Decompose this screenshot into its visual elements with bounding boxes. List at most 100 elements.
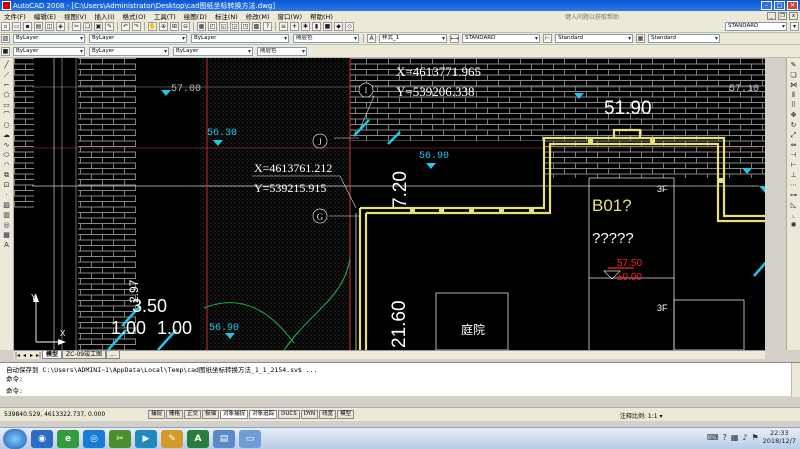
cursor-coordinates[interactable]: 539840.529, 4613322.737, 0.000 <box>0 411 148 418</box>
break-at-point-icon[interactable]: ⊥ <box>789 171 799 179</box>
table-style-icon[interactable]: ▦ <box>636 34 645 43</box>
paste-icon[interactable]: ▣ <box>94 22 103 31</box>
tab-layout-1[interactable]: ZC-09竣工图 <box>62 351 107 359</box>
volume-icon[interactable]: ♪ <box>742 433 747 442</box>
chamfer-icon[interactable]: ◺ <box>789 201 799 209</box>
explode-icon[interactable]: ✺ <box>789 221 799 229</box>
menu-edit[interactable]: 编辑(E) <box>30 11 60 21</box>
taskbar-app-explorer-icon[interactable]: ◉ <box>31 429 53 448</box>
design-center-icon[interactable]: ◰ <box>208 22 217 31</box>
layer-linetype-combo[interactable]: ByLayer <box>89 46 169 56</box>
spline-icon[interactable]: ∿ <box>2 141 12 149</box>
taskbar-app-folder-icon[interactable]: ▭ <box>239 429 261 448</box>
join-icon[interactable]: ⊶ <box>789 191 799 199</box>
help-icon[interactable]: ? <box>263 22 272 31</box>
layer-previous-icon[interactable]: ◇ <box>345 22 354 31</box>
lineweight-button[interactable]: 线宽 <box>319 410 337 419</box>
model-button[interactable]: 模型 <box>337 410 355 419</box>
line-icon[interactable]: ╱ <box>2 61 12 69</box>
layer-on-icon[interactable]: ☀ <box>290 22 299 31</box>
drawing-svg[interactable]: I J G X=4613771.965 Y=539206.338 X=46137… <box>14 58 765 350</box>
taskbar-app-notepad-icon[interactable]: ▤ <box>213 429 235 448</box>
osnap-button[interactable]: 对象捕捉 <box>220 410 249 419</box>
insert-block-icon[interactable]: ⧉ <box>2 171 12 179</box>
dim-style-combo[interactable]: Standard <box>555 34 633 43</box>
taskbar-app-player-icon[interactable]: ▶ <box>135 429 157 448</box>
table-style-combo[interactable]: Standard <box>648 34 720 43</box>
otrack-button[interactable]: 对象追踪 <box>249 410 278 419</box>
table-icon[interactable]: ▦ <box>2 231 12 239</box>
doc-minimize-button[interactable]: _ <box>767 12 776 20</box>
standard-style-combo[interactable]: STANDARD <box>725 22 787 31</box>
autocad-logo-icon[interactable] <box>2 1 11 10</box>
maximize-button[interactable]: □ <box>774 1 785 10</box>
network-icon[interactable]: ▦ <box>731 433 739 442</box>
taskbar-app-paint-icon[interactable]: ✎ <box>161 429 183 448</box>
multiline-text-icon[interactable]: A <box>2 241 12 249</box>
menu-dimension[interactable]: 标注(N) <box>211 11 242 21</box>
hatch-icon[interactable]: ▨ <box>2 201 12 209</box>
zoom-window-icon[interactable]: ⊞ <box>170 22 179 31</box>
arc-icon[interactable]: ⌒ <box>2 111 12 119</box>
system-clock[interactable]: 22:33 2018/12/7 <box>763 429 796 445</box>
break-icon[interactable]: ⋯ <box>789 181 799 189</box>
text-style-icon[interactable]: A <box>367 34 376 43</box>
color-swatch-icon[interactable]: ■ <box>1 46 10 56</box>
layer-combo[interactable]: ByLayer <box>13 34 85 43</box>
construction-line-icon[interactable]: ⟋ <box>2 71 12 79</box>
trim-icon[interactable]: ⊣ <box>789 151 799 159</box>
help-search-input[interactable]: 键入问题以获取帮助 <box>565 12 665 21</box>
tab-model[interactable]: 模型 <box>42 351 63 359</box>
open-file-icon[interactable]: ▭ <box>12 22 21 31</box>
region-icon[interactable]: ◎ <box>2 221 12 229</box>
calculator-icon[interactable]: ▩ <box>252 22 261 31</box>
new-file-icon[interactable]: ▫ <box>1 22 10 31</box>
ortho-button[interactable]: 正交 <box>184 410 202 419</box>
ducs-button[interactable]: DUCS <box>278 410 300 419</box>
erase-icon[interactable]: ✎ <box>789 61 799 69</box>
polyline-icon[interactable]: ⌐ <box>2 81 12 89</box>
print-icon[interactable]: ▤ <box>34 22 43 31</box>
gradient-icon[interactable]: ▥ <box>2 211 12 219</box>
polygon-icon[interactable]: ⬠ <box>2 91 12 99</box>
zoom-realtime-icon[interactable]: ⊕ <box>159 22 168 31</box>
zoom-previous-icon[interactable]: ⊖ <box>181 22 190 31</box>
pan-icon[interactable]: ✋ <box>148 22 157 31</box>
layer-states-icon[interactable]: ▧ <box>1 34 10 43</box>
help-tray-icon[interactable]: ? <box>723 433 727 442</box>
doc-restore-button[interactable]: ❐ <box>778 12 787 20</box>
layer-freeze-icon[interactable]: ✱ <box>301 22 310 31</box>
layer-color-combo[interactable]: ByLayer <box>13 46 85 56</box>
array-icon[interactable]: ⠿ <box>789 101 799 109</box>
linetype-combo[interactable]: ByLayer <box>89 34 187 43</box>
copy-object-icon[interactable]: ❏ <box>789 71 799 79</box>
fillet-icon[interactable]: ◟ <box>789 211 799 219</box>
ellipse-arc-icon[interactable]: ◠ <box>2 161 12 169</box>
menu-tools[interactable]: 工具(T) <box>150 11 180 21</box>
grid-button[interactable]: 栅格 <box>166 410 184 419</box>
dimension-style-icon[interactable]: ⊢ <box>543 34 552 43</box>
taskbar-app-autocad-icon[interactable]: A <box>187 429 209 448</box>
redo-icon[interactable]: ↷ <box>132 22 141 31</box>
save-icon[interactable]: ▪ <box>23 22 32 31</box>
text-style-combo[interactable]: STANDARD <box>462 34 540 43</box>
tab-prev-arrow-icon[interactable]: ◂ <box>21 352 28 359</box>
mirror-icon[interactable]: ⋈ <box>789 81 799 89</box>
sheet-set-icon[interactable]: ◲ <box>230 22 239 31</box>
taskbar-app-tool-icon[interactable]: ✂ <box>109 429 131 448</box>
ellipse-icon[interactable]: ⬭ <box>2 151 12 159</box>
tab-next-arrow-icon[interactable]: ▸ <box>28 352 35 359</box>
lineweight-combo[interactable]: ByLayer <box>191 34 289 43</box>
layer-lock-icon[interactable]: ▮ <box>312 22 321 31</box>
minimize-button[interactable]: – <box>761 1 772 10</box>
drawing-canvas[interactable]: I J G X=4613771.965 Y=539206.338 X=46137… <box>14 58 765 350</box>
menu-insert[interactable]: 插入(I) <box>91 11 119 21</box>
menu-modify[interactable]: 修改(M) <box>242 11 274 21</box>
rotate-icon[interactable]: ↻ <box>789 121 799 129</box>
revision-cloud-icon[interactable]: ☁ <box>2 131 12 139</box>
menu-view[interactable]: 视图(V) <box>60 11 91 21</box>
move-icon[interactable]: ✥ <box>789 111 799 119</box>
color-combo[interactable]: 随层色 <box>293 34 359 43</box>
plot-style-combo[interactable]: 样式_1 <box>379 34 447 43</box>
markup-icon[interactable]: ◳ <box>241 22 250 31</box>
